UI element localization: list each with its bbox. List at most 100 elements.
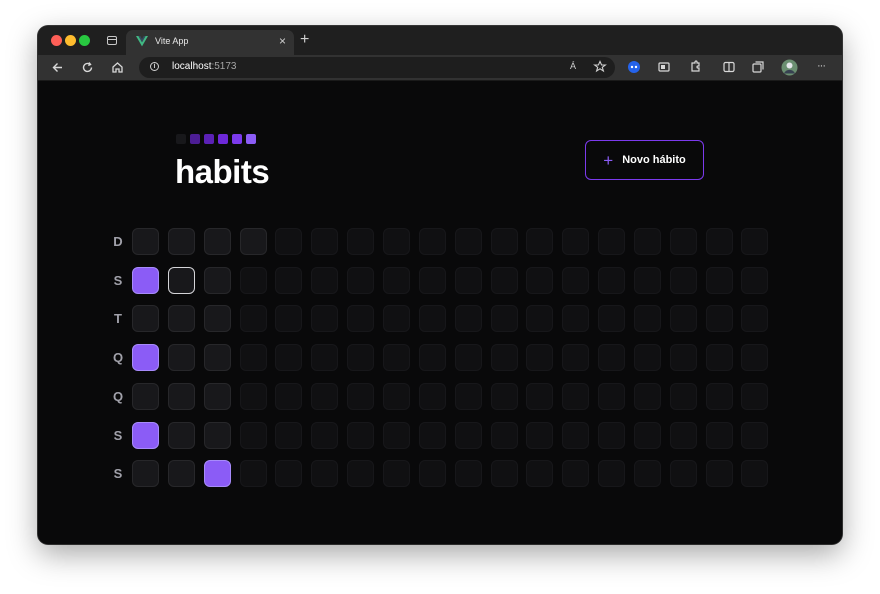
future-day-cell: [669, 382, 697, 410]
future-day-cell: [598, 460, 626, 488]
habit-day-cell[interactable]: [203, 382, 231, 410]
favorite-star-icon[interactable]: [593, 60, 607, 74]
habit-day-cell[interactable]: [167, 228, 195, 255]
habit-day-cell[interactable]: [132, 305, 159, 333]
future-day-cell: [454, 382, 482, 410]
collections-icon[interactable]: [751, 60, 765, 74]
new-habit-button[interactable]: + Novo hábito: [585, 140, 704, 180]
habit-day-cell[interactable]: [203, 421, 231, 449]
future-day-cell: [526, 421, 554, 449]
future-day-cell: [490, 382, 518, 410]
browser-window: Vite App × + i localhost:5173 Á ··· hab…: [38, 26, 842, 544]
future-day-cell: [741, 382, 769, 410]
habit-day-cell[interactable]: [167, 305, 195, 333]
tab-close-icon[interactable]: ×: [279, 34, 286, 48]
tab-title: Vite App: [155, 36, 189, 46]
future-day-cell: [669, 266, 697, 294]
future-day-cell: [490, 344, 518, 372]
future-day-cell: [418, 305, 446, 333]
future-day-cell: [598, 305, 626, 333]
future-day-cell: [382, 228, 410, 255]
future-day-cell: [705, 460, 733, 488]
back-arrow-icon[interactable]: [50, 60, 65, 75]
future-day-cell: [239, 460, 267, 488]
habit-day-cell[interactable]: [239, 228, 267, 255]
extensions-puzzle-icon[interactable]: [688, 60, 702, 74]
future-day-cell: [633, 344, 661, 372]
read-aloud-icon[interactable]: Á: [570, 61, 576, 71]
maximize-window-button[interactable]: [79, 35, 90, 46]
profile-avatar[interactable]: [781, 59, 798, 76]
future-day-cell: [311, 382, 339, 410]
future-day-cell: [347, 266, 375, 294]
future-day-cell: [454, 344, 482, 372]
week-day-label: Q: [112, 350, 124, 366]
future-day-cell: [382, 460, 410, 488]
new-habit-label: Novo hábito: [622, 154, 686, 166]
future-day-cell: [418, 460, 446, 488]
split-screen-icon[interactable]: [722, 60, 736, 74]
habit-day-cell[interactable]: [203, 460, 231, 488]
url-text[interactable]: localhost:5173: [172, 61, 237, 72]
future-day-cell: [275, 460, 303, 488]
future-day-cell: [741, 266, 769, 294]
future-day-cell: [311, 228, 339, 255]
future-day-cell: [705, 421, 733, 449]
future-day-cell: [418, 382, 446, 410]
tab-actions-icon[interactable]: [107, 36, 117, 45]
future-day-cell: [239, 382, 267, 410]
tab-vite-app[interactable]: Vite App ×: [126, 30, 294, 55]
habit-day-cell[interactable]: [167, 382, 195, 410]
future-day-cell: [562, 266, 590, 294]
future-day-cell: [275, 305, 303, 333]
close-window-button[interactable]: [51, 35, 62, 46]
future-day-cell: [490, 228, 518, 255]
habit-day-cell[interactable]: [167, 421, 195, 449]
future-day-cell: [669, 421, 697, 449]
future-day-cell: [705, 266, 733, 294]
future-day-cell: [490, 266, 518, 294]
habit-day-cell[interactable]: [203, 228, 231, 255]
habit-day-cell[interactable]: [132, 421, 159, 449]
habit-day-cell[interactable]: [167, 460, 195, 488]
habit-day-cell[interactable]: [167, 344, 195, 372]
habit-day-cell[interactable]: [132, 382, 159, 410]
future-day-cell: [669, 305, 697, 333]
new-tab-button[interactable]: +: [300, 31, 309, 49]
week-day-label: D: [113, 234, 123, 249]
habit-day-cell[interactable]: [132, 228, 159, 255]
habit-day-cell[interactable]: [203, 344, 231, 372]
future-day-cell: [490, 421, 518, 449]
future-day-cell: [705, 344, 733, 372]
plus-icon: +: [603, 150, 614, 170]
extension-window-icon[interactable]: [657, 60, 671, 74]
future-day-cell: [633, 460, 661, 488]
future-day-cell: [562, 305, 590, 333]
future-day-cell: [669, 228, 697, 255]
future-day-cell: [705, 305, 733, 333]
habit-day-cell[interactable]: [167, 266, 195, 294]
week-day-label: S: [113, 466, 123, 482]
refresh-icon[interactable]: [80, 60, 95, 75]
future-day-cell: [382, 421, 410, 449]
habits-page: habits + Novo hábito D S T Q Q S S: [38, 81, 842, 544]
future-day-cell: [562, 228, 590, 255]
extension-blue-icon[interactable]: [627, 60, 641, 74]
future-day-cell: [382, 266, 410, 294]
tab-bar: Vite App × +: [38, 26, 842, 55]
habit-day-cell[interactable]: [203, 266, 231, 294]
more-options-icon[interactable]: ···: [817, 60, 826, 72]
habit-day-cell[interactable]: [132, 460, 159, 488]
habit-day-cell[interactable]: [132, 344, 159, 372]
address-bar[interactable]: i localhost:5173 Á: [139, 57, 615, 78]
future-day-cell: [347, 344, 375, 372]
habit-day-cell[interactable]: [132, 266, 159, 294]
future-day-cell: [275, 382, 303, 410]
future-day-cell: [454, 228, 482, 255]
site-info-icon[interactable]: i: [150, 62, 159, 71]
home-icon[interactable]: [110, 60, 125, 75]
habit-day-cell[interactable]: [203, 305, 231, 333]
future-day-cell: [311, 305, 339, 333]
future-day-cell: [490, 460, 518, 488]
minimize-window-button[interactable]: [65, 35, 76, 46]
